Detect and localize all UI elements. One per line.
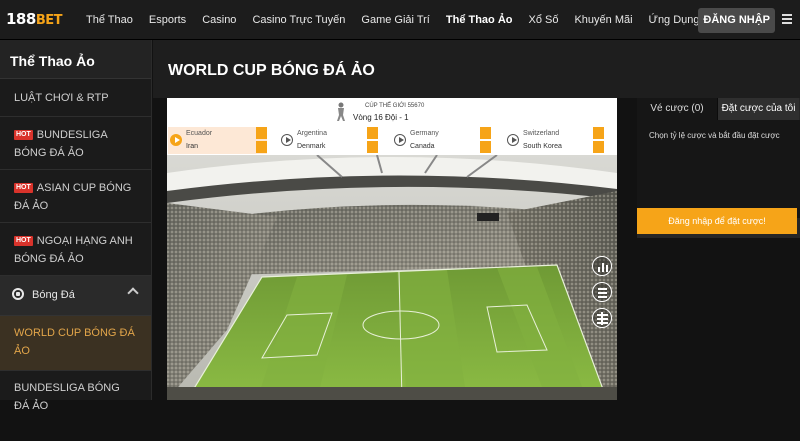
hot-badge: HOT [14,236,33,246]
sidebar-item-world-cup[interactable]: WORLD CUP BÓNG ĐÁ ẢO [0,316,151,371]
play-icon[interactable] [507,134,519,146]
sidebar-item-asian-cup[interactable]: HOT ASIAN CUP BÓNG ĐÁ ẢO [0,170,151,223]
odds-button[interactable] [480,127,491,139]
odds-button[interactable] [593,127,604,139]
home-team: Ecuador [186,130,213,137]
nav-live-casino[interactable]: Casino Trực Tuyến [244,14,353,26]
page-title: WORLD CUP BÓNG ĐÁ ẢO [153,40,800,98]
cup-stage: Vòng 16 Đội - 1 [353,113,409,122]
sidebar-item-bundesliga[interactable]: BUNDESLIGA BÓNG ĐÁ ẢO [0,371,151,441]
list-icon[interactable] [592,282,612,302]
hot-badge: HOT [14,183,33,193]
bet-slip: Vé cược (0) Đặt cược của tôi Chọn tỷ lệ … [637,98,800,238]
odds-button[interactable] [256,127,267,139]
match-card[interactable]: Ecuador Iran [168,127,267,154]
tab-my-bets[interactable]: Đặt cược của tôi [718,98,799,120]
odds-button[interactable] [367,127,378,139]
match-list: Ecuador Iran Argentina Denmark Germany C… [167,127,617,154]
nav-virtual-sports[interactable]: Thể Thao Ảo [438,14,521,26]
stats-icon[interactable] [592,256,612,276]
game-frame: CÚP THẾ GIỚI 55670 Vòng 16 Đội - 1 Ecuad… [167,98,617,400]
play-icon[interactable] [170,134,182,146]
nav-games[interactable]: Game Giải Trí [353,14,437,26]
cup-round-id: CÚP THẾ GIỚI 55670 [365,103,425,109]
odds-button[interactable] [367,141,378,153]
sidebar-item-premier-league[interactable]: HOT NGOẠI HẠNG ANH BÓNG ĐÁ ẢO [0,223,151,276]
play-icon[interactable] [394,134,406,146]
home-team: Argentina [297,130,327,137]
lineup-icon[interactable] [592,308,612,328]
login-button[interactable]: ĐĂNG NHẬP [698,8,775,33]
match-card[interactable]: Germany Canada [392,127,491,154]
stadium-image [167,155,617,400]
match-card[interactable]: Argentina Denmark [279,127,378,154]
odds-button[interactable] [480,141,491,153]
hot-badge: HOT [14,130,33,140]
play-icon[interactable] [281,134,293,146]
player-icon [337,102,345,121]
nav-casino[interactable]: Casino [194,14,244,26]
nav-lottery[interactable]: Xổ Số [520,14,566,26]
bet-slip-tabs: Vé cược (0) Đặt cược của tôi [637,98,800,120]
sidebar-item-rules[interactable]: LUẬT CHƠI & RTP [0,79,151,117]
top-bar: 188BET Thể Thao Esports Casino Casino Tr… [0,0,800,40]
logo-main: 188 [6,10,36,28]
login-to-bet-button[interactable]: Đăng nhập để đặt cược! [637,208,797,234]
sidebar-section-label: Bóng Đá [32,289,75,301]
sidebar-item-bundesliga-hot[interactable]: HOT BUNDESLIGA BÓNG ĐÁ ẢO [0,117,151,170]
stream-tools [592,256,614,334]
logo-accent: BET [35,13,63,28]
sidebar: Thể Thao Ảo LUẬT CHƠI & RTP HOT BUNDESLIG… [0,40,152,412]
chevron-up-icon[interactable] [127,287,139,299]
odds-button[interactable] [593,141,604,153]
away-team: Canada [410,143,435,150]
soccer-ball-icon [12,288,24,300]
match-card[interactable]: Switzerland South Korea [505,127,604,154]
nav-esports[interactable]: Esports [141,14,194,26]
tab-bet-ticket[interactable]: Vé cược (0) [637,98,718,120]
nav-promotions[interactable]: Khuyến Mãi [566,14,640,26]
brand-logo[interactable]: 188BET [6,10,62,28]
away-team: Iran [186,143,199,150]
menu-icon[interactable] [782,12,794,26]
home-team: Germany [410,130,439,137]
home-team: Switzerland [523,130,560,137]
sidebar-title: Thể Thao Ảo [0,40,151,79]
away-team: South Korea [523,143,562,150]
bet-slip-hint: Chọn tỷ lệ cược và bắt đầu đặt cược [637,120,800,218]
main-nav: Thể Thao Esports Casino Casino Trực Tuyế… [78,0,708,40]
sidebar-section-soccer[interactable]: Bóng Đá [0,276,151,316]
cup-info: CÚP THẾ GIỚI 55670 Vòng 16 Đội - 1 [327,100,457,126]
nav-sports[interactable]: Thể Thao [78,14,141,26]
odds-button[interactable] [256,141,267,153]
away-team: Denmark [297,143,326,150]
main-content: WORLD CUP BÓNG ĐÁ ẢO CÚP THẾ GIỚI 55670 … [153,40,800,400]
